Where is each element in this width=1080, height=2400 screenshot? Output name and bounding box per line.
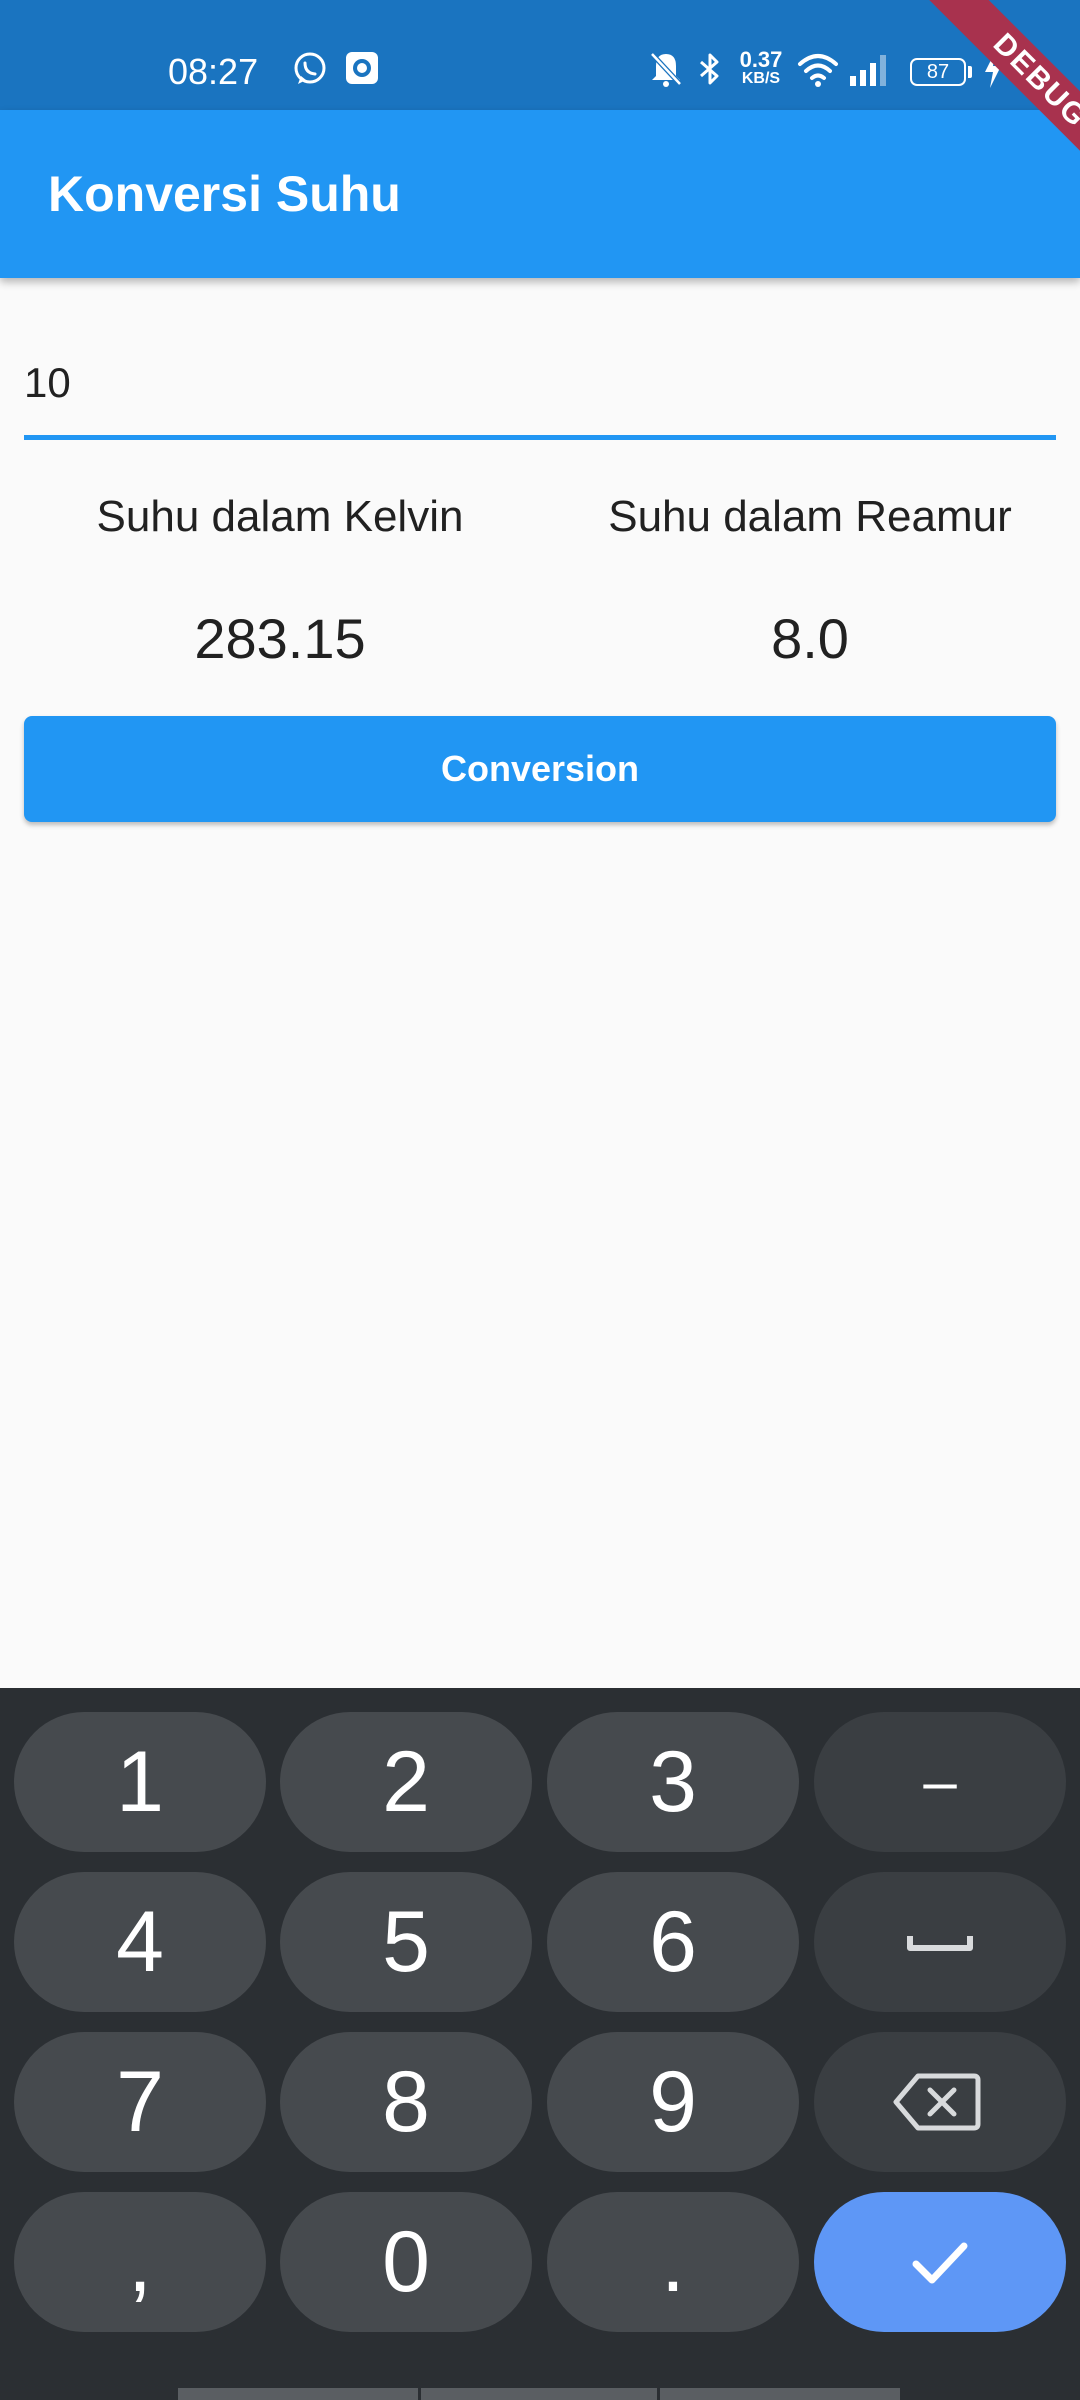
battery-icon: 87 — [910, 58, 966, 86]
key-5[interactable]: 5 — [280, 1872, 532, 2012]
nav-handle-left — [178, 2388, 418, 2400]
nav-handle-right — [660, 2388, 900, 2400]
battery-level: 87 — [926, 61, 950, 83]
numeric-keyboard: 1 2 3 – 4 5 6 7 8 9 , 0 . — [0, 1688, 1080, 2400]
key-7[interactable]: 7 — [14, 2032, 266, 2172]
status-bar: 08:27 0.37 KB/S 87 — [0, 0, 1080, 110]
reamur-result: Suhu dalam Reamur 8.0 — [540, 482, 1080, 674]
reamur-label: Suhu dalam Reamur — [608, 492, 1012, 541]
key-3[interactable]: 3 — [547, 1712, 799, 1852]
check-icon — [912, 2242, 968, 2284]
key-done[interactable] — [814, 2192, 1066, 2332]
network-speed-value: 0.37 — [739, 47, 783, 72]
key-period[interactable]: . — [547, 2192, 799, 2332]
conversion-button[interactable]: Conversion — [24, 716, 1056, 822]
reamur-value: 8.0 — [771, 607, 849, 670]
key-backspace[interactable] — [814, 2032, 1066, 2172]
nav-handle-center — [421, 2388, 657, 2400]
network-speed-unit: KB/S — [741, 70, 781, 87]
battery-tip — [968, 66, 972, 78]
signal-icon — [848, 50, 888, 94]
key-6[interactable]: 6 — [547, 1872, 799, 2012]
status-time: 08:27 — [168, 51, 259, 92]
screen-record-icon — [344, 50, 380, 94]
kelvin-result: Suhu dalam Kelvin 283.15 — [10, 482, 550, 674]
screen: 08:27 0.37 KB/S 87 DEBUG Konversi Suhu 1… — [0, 0, 1080, 2400]
key-1[interactable]: 1 — [14, 1712, 266, 1852]
key-9[interactable]: 9 — [547, 2032, 799, 2172]
kelvin-value: 283.15 — [194, 607, 366, 670]
kelvin-label: Suhu dalam Kelvin — [96, 492, 464, 541]
app-bar: Konversi Suhu — [0, 110, 1080, 278]
temperature-input[interactable] — [24, 330, 1056, 440]
network-speed: 0.37 KB/S — [732, 47, 790, 88]
whatsapp-icon — [292, 50, 328, 94]
key-comma[interactable]: , — [14, 2192, 266, 2332]
key-2[interactable]: 2 — [280, 1712, 532, 1852]
space-icon — [907, 1936, 973, 1951]
key-minus[interactable]: – — [814, 1712, 1066, 1852]
mute-icon — [648, 50, 684, 94]
wifi-icon — [796, 50, 840, 94]
bluetooth-icon — [696, 50, 724, 94]
key-4[interactable]: 4 — [14, 1872, 266, 2012]
key-space[interactable] — [814, 1872, 1066, 2012]
app-title: Konversi Suhu — [48, 166, 401, 222]
key-0[interactable]: 0 — [280, 2192, 532, 2332]
backspace-icon — [893, 2073, 981, 2131]
key-8[interactable]: 8 — [280, 2032, 532, 2172]
